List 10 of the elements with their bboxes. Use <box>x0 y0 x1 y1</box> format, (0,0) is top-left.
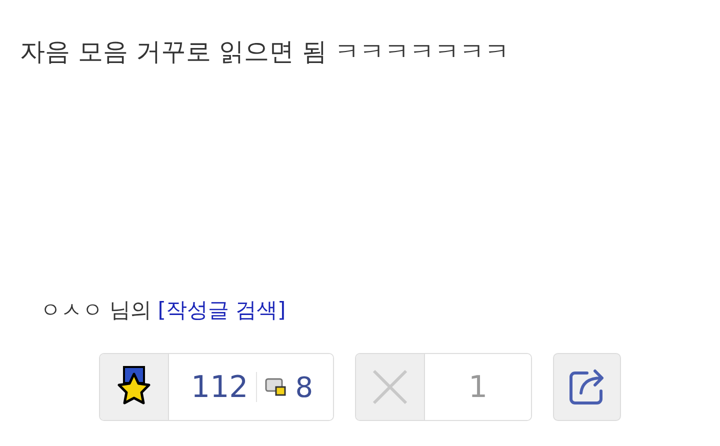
share-button[interactable] <box>553 353 622 421</box>
post-text: 자음 모음 거꾸로 읽으면 됨 ㅋㅋㅋㅋㅋㅋㅋ <box>20 36 511 68</box>
author-name: ㅇㅅㅇ 님의 <box>40 297 152 324</box>
comment-icon <box>265 377 288 397</box>
dislike-count: 1 <box>468 370 488 404</box>
comment-count: 8 <box>295 370 314 404</box>
recommend-button[interactable] <box>100 354 169 420</box>
recommend-count: 112 <box>191 370 248 404</box>
search-posts-link[interactable]: [작성글 검색] <box>158 296 286 324</box>
close-icon <box>371 368 410 406</box>
